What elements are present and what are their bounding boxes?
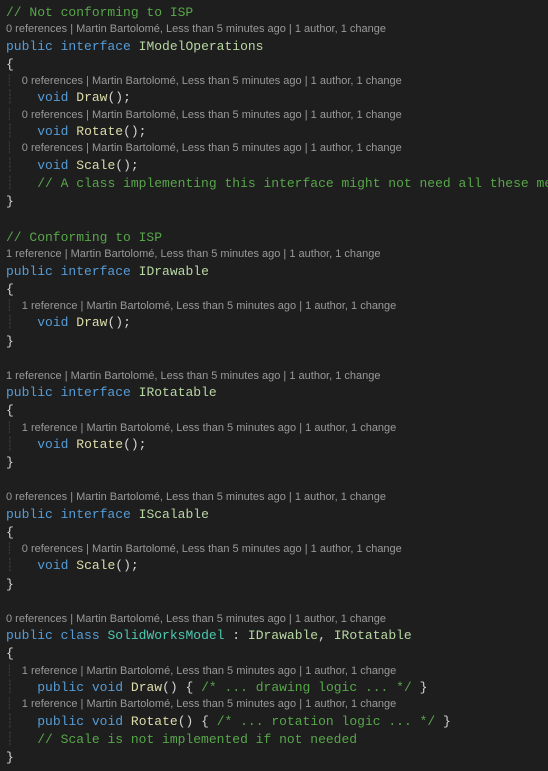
code-line: public interface IDrawable: [6, 263, 542, 281]
type-name: IDrawable: [139, 264, 209, 279]
codelens[interactable]: ┊ 0 references | Martin Bartolomé, Less …: [6, 542, 542, 557]
type-name: IScalable: [139, 507, 209, 522]
code-line: public interface IModelOperations: [6, 38, 542, 56]
code-line: ┊ // Scale is not implemented if not nee…: [6, 731, 542, 749]
code-line: ┊ // A class implementing this interface…: [6, 175, 542, 193]
comment: // Conforming to ISP: [6, 230, 162, 245]
class-name: SolidWorksModel: [107, 628, 224, 643]
method-name: Rotate: [76, 437, 123, 452]
method-name: Draw: [131, 680, 162, 695]
codelens[interactable]: ┊ 0 references | Martin Bartolomé, Less …: [6, 108, 542, 123]
code-line: // Conforming to ISP: [6, 229, 542, 247]
method-name: Scale: [76, 158, 115, 173]
codelens[interactable]: ┊ 0 references | Martin Bartolomé, Less …: [6, 141, 542, 156]
codelens[interactable]: ┊ 1 reference | Martin Bartolomé, Less t…: [6, 299, 542, 314]
code-line: ┊ void Scale();: [6, 557, 542, 575]
brace-close: }: [6, 333, 542, 351]
code-line: ┊ void Draw();: [6, 314, 542, 332]
code-line: ┊ public void Rotate() { /* ... rotation…: [6, 713, 542, 731]
brace-open: {: [6, 56, 542, 74]
type-name: IRotatable: [139, 385, 217, 400]
brace-close: }: [6, 576, 542, 594]
keyword-public: public: [6, 39, 53, 54]
brace-open: {: [6, 281, 542, 299]
brace-close: }: [6, 454, 542, 472]
blank-line: [6, 351, 542, 369]
method-name: Scale: [76, 558, 115, 573]
brace-open: {: [6, 524, 542, 542]
code-line: public interface IRotatable: [6, 384, 542, 402]
code-line: ┊ void Rotate();: [6, 123, 542, 141]
method-name: Draw: [76, 90, 107, 105]
codelens[interactable]: 1 reference | Martin Bartolomé, Less tha…: [6, 369, 542, 384]
brace-open: {: [6, 402, 542, 420]
codelens[interactable]: 0 references | Martin Bartolomé, Less th…: [6, 612, 542, 627]
code-line: public class SolidWorksModel : IDrawable…: [6, 627, 542, 645]
brace-close: }: [6, 749, 542, 767]
comment: // Scale is not implemented if not neede…: [37, 732, 357, 747]
brace-close: }: [6, 193, 542, 211]
method-name: Rotate: [131, 714, 178, 729]
code-line: // Not conforming to ISP: [6, 4, 542, 22]
blank-line: [6, 594, 542, 612]
codelens[interactable]: 1 reference | Martin Bartolomé, Less tha…: [6, 247, 542, 262]
code-line: ┊ public void Draw() { /* ... drawing lo…: [6, 679, 542, 697]
method-name: Draw: [76, 315, 107, 330]
brace-open: {: [6, 645, 542, 663]
keyword-interface: interface: [61, 39, 131, 54]
code-line: ┊ void Rotate();: [6, 436, 542, 454]
codelens[interactable]: ┊ 1 reference | Martin Bartolomé, Less t…: [6, 421, 542, 436]
method-name: Rotate: [76, 124, 123, 139]
blank-line: [6, 472, 542, 490]
comment: // A class implementing this interface m…: [37, 176, 548, 191]
code-line: ┊ void Draw();: [6, 89, 542, 107]
code-line: ┊ void Scale();: [6, 157, 542, 175]
codelens[interactable]: ┊ 0 references | Martin Bartolomé, Less …: [6, 74, 542, 89]
comment: // Not conforming to ISP: [6, 5, 193, 20]
codelens[interactable]: ┊ 1 reference | Martin Bartolomé, Less t…: [6, 697, 542, 712]
blank-line: [6, 211, 542, 229]
codelens[interactable]: 0 references | Martin Bartolomé, Less th…: [6, 490, 542, 505]
type-name: IModelOperations: [139, 39, 264, 54]
codelens[interactable]: ┊ 1 reference | Martin Bartolomé, Less t…: [6, 664, 542, 679]
codelens[interactable]: 0 references | Martin Bartolomé, Less th…: [6, 22, 542, 37]
code-line: public interface IScalable: [6, 506, 542, 524]
